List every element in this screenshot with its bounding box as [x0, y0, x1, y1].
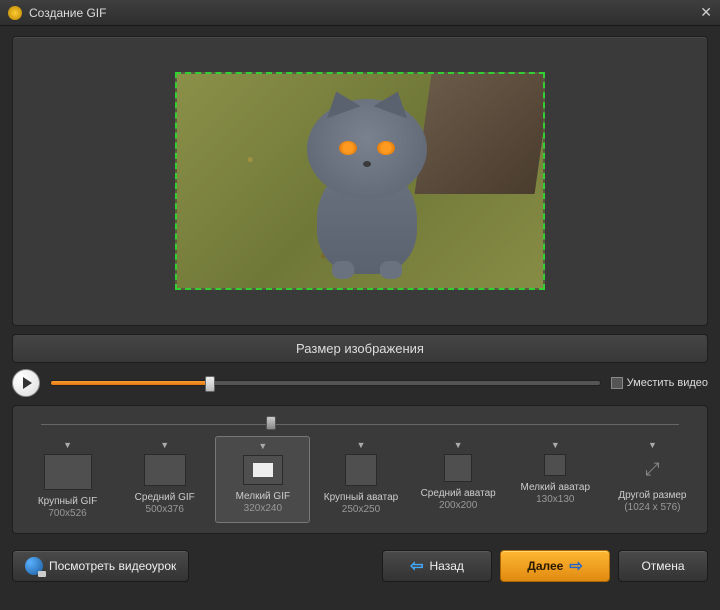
preset-6[interactable]: ▼ ⤢ Другой размер(1024 x 576) [606, 436, 699, 523]
play-button[interactable] [12, 369, 40, 397]
preset-thumb [444, 454, 472, 482]
preset-4[interactable]: ▼ Средний аватар200x200 [412, 436, 505, 523]
close-icon[interactable]: ✕ [700, 4, 712, 21]
preset-0[interactable]: ▼ Крупный GIF700x526 [21, 436, 114, 523]
chevron-down-icon: ▼ [608, 440, 697, 450]
next-button[interactable]: Далее ⇨ [500, 550, 610, 582]
preset-dims: (1024 x 576) [608, 502, 697, 513]
preset-3[interactable]: ▼ Крупный аватар250x250 [314, 436, 407, 523]
preset-dims: 500x376 [120, 504, 209, 515]
preset-dims: 320x240 [218, 503, 307, 514]
fit-video-label: Уместить видео [627, 377, 708, 389]
checkbox-box[interactable] [611, 377, 623, 389]
preset-thumb: ⤢ [632, 454, 672, 484]
chevron-down-icon: ▼ [23, 440, 112, 450]
section-title: Размер изображения [12, 334, 708, 363]
fit-video-checkbox[interactable]: Уместить видео [611, 377, 708, 389]
preset-label: Крупный GIF [23, 496, 112, 508]
crop-frame[interactable] [175, 72, 545, 290]
preset-label: Средний GIF [120, 492, 209, 504]
titlebar: Создание GIF ✕ [0, 0, 720, 26]
ruler-thumb[interactable] [266, 416, 276, 430]
preset-dims: 200x200 [414, 500, 503, 511]
preset-1[interactable]: ▼ Средний GIF500x376 [118, 436, 211, 523]
slider-fill [51, 381, 210, 385]
preset-dims: 130x130 [511, 494, 600, 505]
back-button[interactable]: ⇦ Назад [382, 550, 492, 582]
preset-ruler[interactable] [41, 412, 679, 430]
chevron-down-icon: ▼ [316, 440, 405, 450]
preset-thumb [144, 454, 186, 486]
preview-panel [12, 36, 708, 326]
preset-label: Мелкий GIF [218, 491, 307, 503]
preset-label: Другой размер [608, 490, 697, 502]
preset-label: Крупный аватар [316, 492, 405, 504]
window-title: Создание GIF [29, 6, 700, 20]
preset-thumb [544, 454, 566, 476]
slider-thumb[interactable] [205, 376, 215, 392]
arrow-left-icon: ⇦ [410, 556, 423, 576]
preset-dims: 700x526 [23, 508, 112, 519]
chevron-down-icon: ▼ [120, 440, 209, 450]
video-icon [25, 557, 43, 575]
arrow-right-icon: ⇨ [569, 556, 582, 576]
chevron-down-icon: ▼ [414, 440, 503, 450]
chevron-down-icon: ▼ [511, 440, 600, 450]
preset-thumb [243, 455, 283, 485]
preset-thumb [44, 454, 92, 490]
app-icon [8, 6, 22, 20]
presets-panel: ▼ Крупный GIF700x526 ▼ Средний GIF500x376 ▼ М… [12, 405, 708, 534]
expand-icon: ⤢ [645, 459, 659, 480]
preset-5[interactable]: ▼ Мелкий аватар130x130 [509, 436, 602, 523]
preset-label: Средний аватар [414, 488, 503, 500]
preview-image [177, 74, 543, 288]
cancel-button[interactable]: Отмена [618, 550, 708, 582]
footer: Посмотреть видеоурок ⇦ Назад Далее ⇨ Отм… [0, 542, 720, 590]
size-slider-row: Уместить видео [12, 369, 708, 397]
presets-row: ▼ Крупный GIF700x526 ▼ Средний GIF500x376 ▼ М… [21, 436, 699, 523]
watch-tutorial-button[interactable]: Посмотреть видеоурок [12, 550, 189, 582]
preset-2[interactable]: ▼ Мелкий GIF320x240 [215, 436, 310, 523]
size-slider[interactable] [50, 380, 601, 386]
preset-dims: 250x250 [316, 504, 405, 515]
preset-label: Мелкий аватар [511, 482, 600, 494]
preset-thumb [345, 454, 377, 486]
chevron-down-icon: ▼ [218, 441, 307, 451]
